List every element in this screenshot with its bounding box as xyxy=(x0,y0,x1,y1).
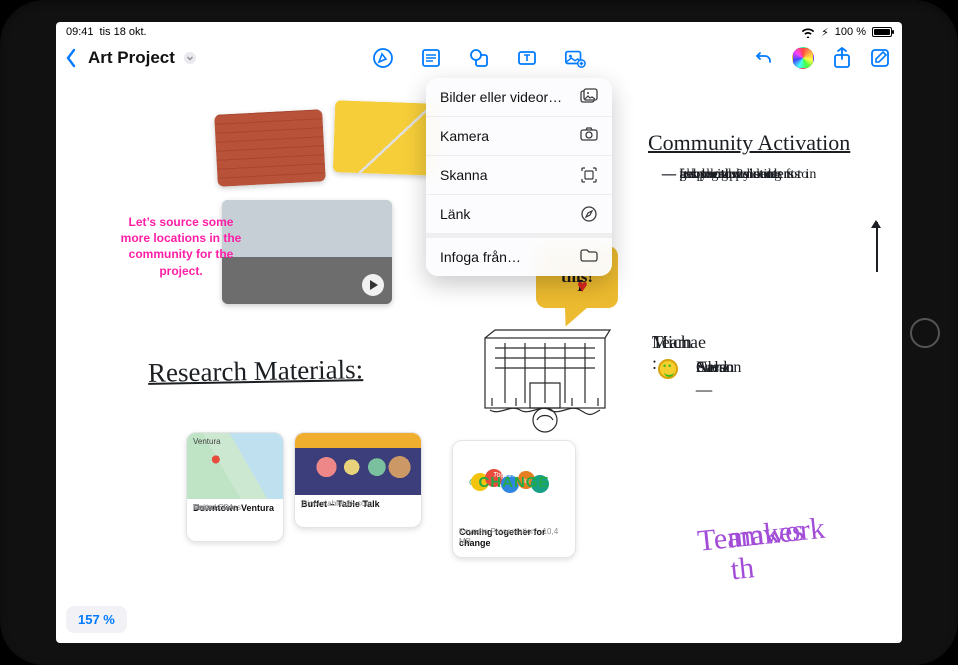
back-button[interactable] xyxy=(62,44,80,72)
handwriting-community-heading[interactable]: Community Activation xyxy=(648,130,850,156)
menu-item-label: Kamera xyxy=(440,128,489,144)
change-thumbnail: Coming Together for CHANGE xyxy=(453,441,575,523)
play-icon[interactable] xyxy=(362,274,384,296)
status-time: 09:41 xyxy=(66,26,94,38)
speech-bubble-tail xyxy=(560,302,588,330)
ipad-home-button[interactable] xyxy=(910,318,940,348)
battery-icon xyxy=(872,27,892,37)
menu-item-label: Bilder eller videor… xyxy=(440,89,562,105)
navbar: Art Project xyxy=(56,40,902,76)
sticky-note-tool-icon[interactable] xyxy=(420,47,442,69)
sketch-building[interactable] xyxy=(470,328,620,438)
menu-item-photos-videos[interactable]: Bilder eller videor… xyxy=(426,78,612,117)
undo-button[interactable] xyxy=(754,48,774,68)
status-bar: 09:41 tis 18 okt. ⚡︎ 100 % xyxy=(56,22,902,40)
status-date: tis 18 okt. xyxy=(100,26,147,38)
team-member: Aled xyxy=(696,356,727,402)
toolbar xyxy=(372,47,586,69)
folder-icon xyxy=(580,248,598,266)
photo-brick-wall[interactable] xyxy=(214,109,326,187)
photo-library-icon xyxy=(580,88,598,106)
color-palette-button[interactable] xyxy=(792,47,814,69)
scan-icon xyxy=(580,166,598,184)
zoom-level-chip[interactable]: 157 % xyxy=(66,606,127,633)
smiley-sticker[interactable] xyxy=(658,359,678,379)
menu-item-insert-from[interactable]: Infoga från… xyxy=(426,234,612,276)
menu-item-scan[interactable]: Skanna xyxy=(426,156,612,195)
card-sub: joinourtabletalk.com xyxy=(301,499,372,509)
team-leader-name: Michae xyxy=(652,332,706,353)
safari-icon xyxy=(580,205,598,223)
handwriting-research-heading[interactable]: Research Materials: xyxy=(148,354,364,389)
text-note-pink[interactable]: Let’s source some more locations in the … xyxy=(114,214,248,279)
menu-item-link[interactable]: Länk xyxy=(426,195,612,234)
card-map[interactable]: Ventura Downtown Ventura Ventura CA Unit… xyxy=(186,432,284,542)
board-title[interactable]: Art Project xyxy=(84,48,179,68)
camera-icon xyxy=(580,127,598,145)
photo-yellow-building[interactable] xyxy=(333,100,439,176)
card-change[interactable]: Coming Together for CHANGE xyxy=(452,440,576,558)
teamwork-line: makes th xyxy=(726,515,809,586)
poster-big-word: CHANGE xyxy=(478,474,549,491)
insert-media-tool-icon[interactable] xyxy=(564,47,586,69)
handwriting-note-line: for photos? xyxy=(662,164,743,186)
battery-percent: 100 % xyxy=(835,26,866,38)
text-box-tool-icon[interactable] xyxy=(516,47,538,69)
menu-item-label: Skanna xyxy=(440,167,487,183)
buffet-thumbnail xyxy=(295,433,421,495)
title-chevron-icon[interactable] xyxy=(183,51,197,65)
wifi-icon xyxy=(801,27,815,38)
menu-item-label: Länk xyxy=(440,206,470,222)
new-board-button[interactable] xyxy=(870,48,890,68)
ipad-frame: 09:41 tis 18 okt. ⚡︎ 100 % Art Projec xyxy=(0,0,958,665)
map-pin-label: Ventura xyxy=(193,437,221,446)
card-sub: Keynote Presentation · 10,4 MB xyxy=(459,527,569,547)
share-button[interactable] xyxy=(832,48,852,68)
screen: 09:41 tis 18 okt. ⚡︎ 100 % Art Projec xyxy=(56,22,902,643)
card-buffet[interactable]: Buffet – Table Talk joinourtabletalk.com xyxy=(294,432,422,528)
map-thumbnail: Ventura xyxy=(187,433,283,499)
status-charging-icon: ⚡︎ xyxy=(821,26,829,39)
shapes-tool-icon[interactable] xyxy=(468,47,490,69)
insert-menu: Bilder eller videor… Kamera Skanna Länk xyxy=(426,78,612,276)
hand-arrow xyxy=(864,222,878,272)
poster: Coming Together for CHANGE xyxy=(461,447,567,517)
menu-item-camera[interactable]: Kamera xyxy=(426,117,612,156)
menu-item-label: Infoga från… xyxy=(440,249,521,265)
pen-tool-icon[interactable] xyxy=(372,47,394,69)
